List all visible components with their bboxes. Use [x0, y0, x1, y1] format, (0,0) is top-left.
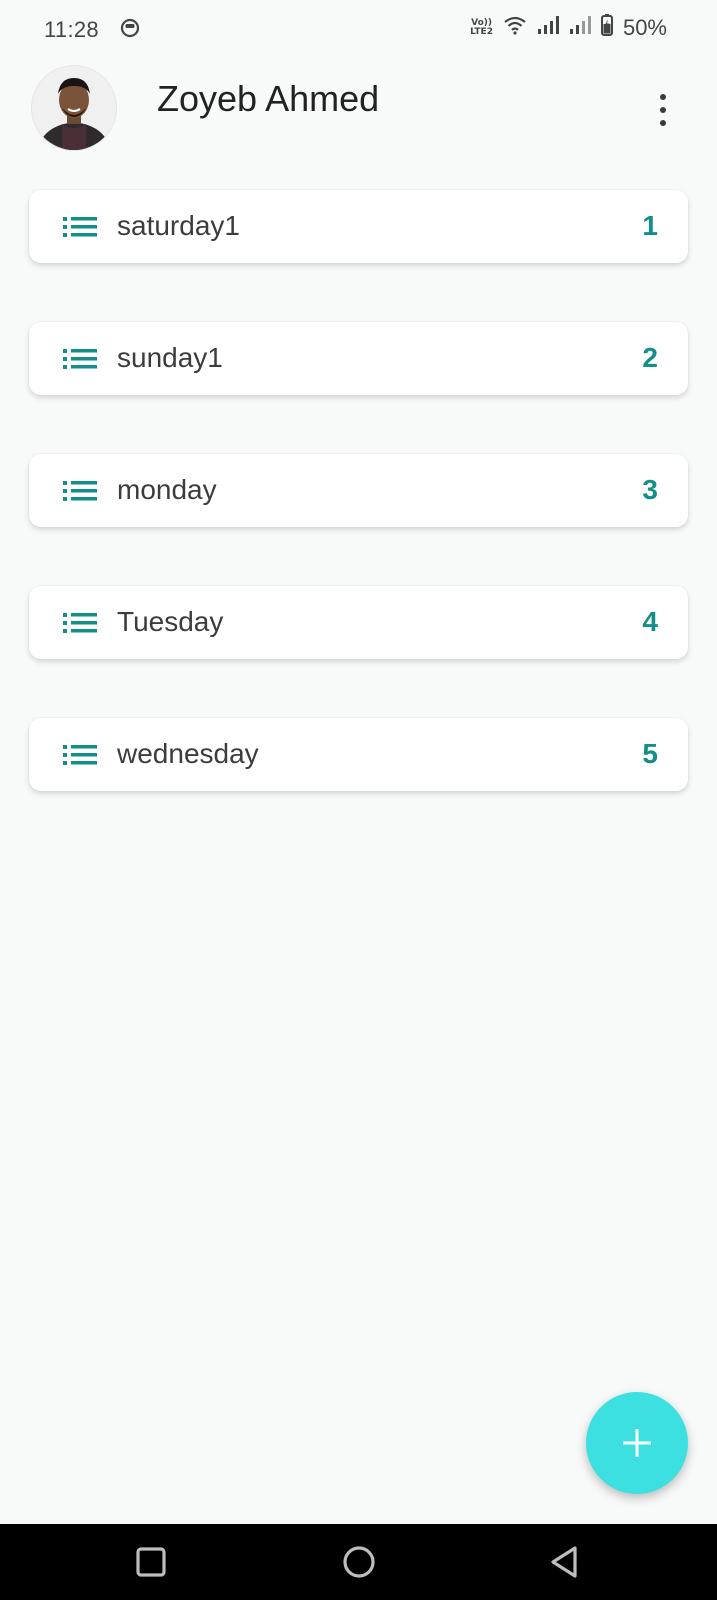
battery-percentage: 50%	[622, 14, 667, 40]
recents-button[interactable]	[129, 1540, 173, 1584]
signal-strength-icon	[537, 15, 559, 40]
app-notification-icon	[120, 18, 140, 43]
wifi-icon	[503, 15, 527, 40]
list-icon	[63, 480, 97, 507]
status-indicators: Vo)) LTE2 50%	[470, 14, 667, 41]
battery-icon	[600, 14, 613, 41]
list-icon	[63, 348, 97, 375]
list-item-label: wednesday	[117, 738, 259, 769]
back-button[interactable]	[543, 1540, 587, 1584]
home-button[interactable]	[337, 1540, 381, 1584]
list-item[interactable]: sunday1 2	[29, 322, 688, 395]
menu-dot	[660, 94, 666, 100]
avatar[interactable]	[32, 66, 116, 150]
plus-icon	[623, 1429, 651, 1457]
list-item-label: sunday1	[117, 342, 223, 373]
status-bar: 11:28 Vo)) LTE2 50%	[0, 0, 717, 60]
list-item-count: 3	[642, 474, 658, 505]
list-item-count: 5	[642, 738, 658, 769]
square-icon	[136, 1547, 166, 1577]
circle-icon	[343, 1546, 375, 1578]
signal-strength-icon-sim2	[569, 15, 591, 40]
list-item-label: Tuesday	[117, 606, 224, 637]
list-item[interactable]: saturday1 1	[29, 190, 688, 263]
list-item-count: 4	[642, 606, 658, 637]
list-icon	[63, 216, 97, 243]
list-item-label: monday	[117, 474, 217, 505]
menu-dot	[660, 120, 666, 126]
triangle-back-icon	[551, 1546, 577, 1578]
add-list-button[interactable]	[586, 1392, 688, 1494]
list-icon	[63, 744, 97, 771]
profile-header: Zoyeb Ahmed	[0, 60, 717, 170]
list-item[interactable]: Tuesday 4	[29, 586, 688, 659]
lte-label: LTE2	[470, 26, 493, 37]
system-navigation-bar	[0, 1524, 717, 1600]
list-item[interactable]: monday 3	[29, 454, 688, 527]
menu-dot	[660, 107, 666, 113]
task-lists: saturday1 1 sunday1 2 monday 3 Tuesday 4…	[29, 190, 688, 850]
status-time: 11:28	[44, 17, 99, 42]
list-icon	[63, 612, 97, 639]
list-item-count: 2	[642, 342, 658, 373]
list-item-count: 1	[642, 210, 658, 241]
user-name: Zoyeb Ahmed	[157, 78, 380, 119]
list-item-label: saturday1	[117, 210, 240, 241]
more-options-icon[interactable]	[655, 90, 671, 130]
volte-indicator: Vo)) LTE2	[470, 18, 493, 37]
list-item[interactable]: wednesday 5	[29, 718, 688, 791]
avatar-image	[32, 66, 116, 150]
